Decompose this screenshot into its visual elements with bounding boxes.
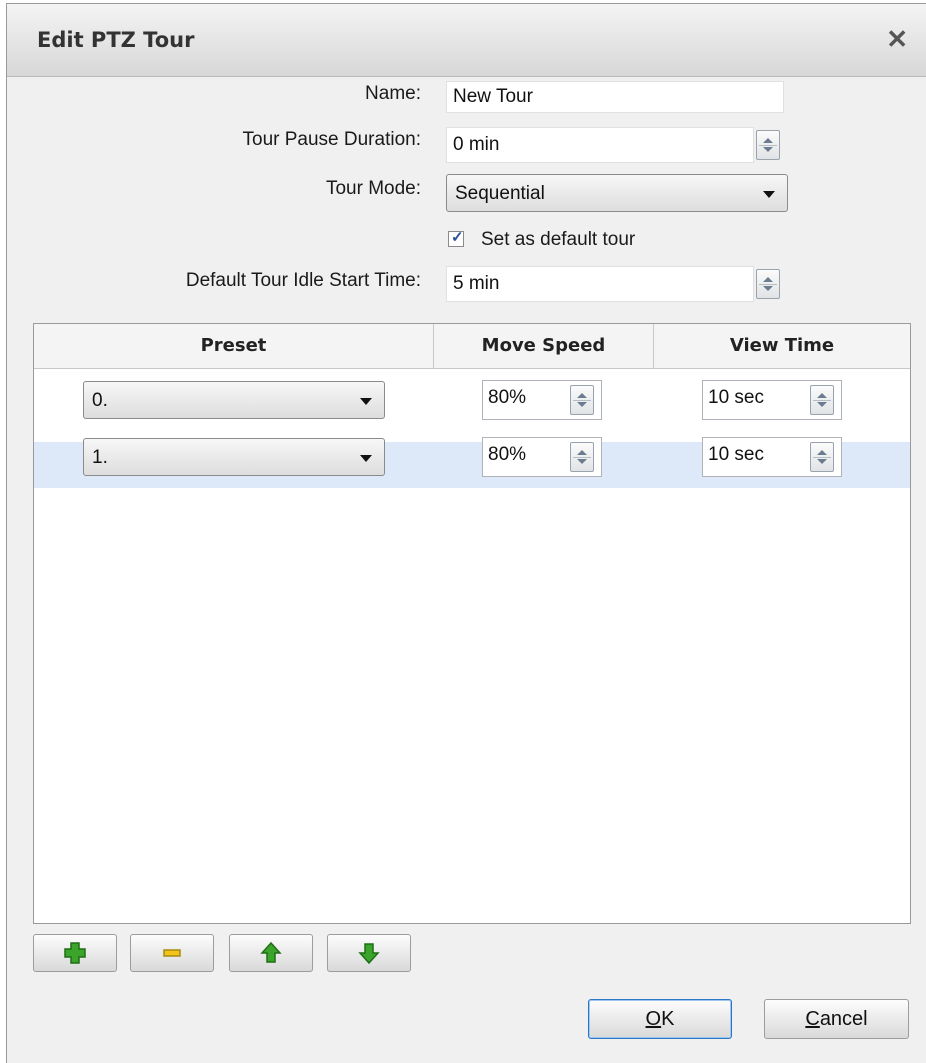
remove-icon: [163, 949, 181, 957]
default-tour-checkbox[interactable]: ✓: [448, 229, 464, 247]
tour-pause-duration-label: Tour Pause Duration:: [242, 129, 422, 150]
move-down-icon: [358, 943, 380, 965]
title-bar: Edit PTZ Tour ✕: [7, 4, 926, 77]
chevron-down-icon: [360, 398, 372, 405]
preset-select[interactable]: 0.: [83, 381, 385, 419]
cancel-mnemonic: C: [805, 1008, 820, 1030]
idle-start-time-label: Default Tour Idle Start Time:: [185, 270, 421, 291]
spin-up-icon[interactable]: [577, 450, 587, 455]
column-header-preset[interactable]: Preset: [34, 324, 434, 368]
move-speed-value: 80%: [488, 387, 527, 408]
checkmark-icon: ✓: [451, 229, 464, 246]
move-up-button[interactable]: [229, 934, 313, 972]
view-time-value: 10 sec: [708, 387, 764, 408]
spin-up-icon[interactable]: [577, 393, 587, 398]
view-time-spinner[interactable]: [810, 442, 834, 472]
divider: [573, 400, 591, 401]
dialog-title: Edit PTZ Tour: [37, 28, 195, 52]
add-button[interactable]: [33, 934, 117, 972]
tour-presets-table: Preset Move Speed View Time 0. 80% 10 se…: [33, 323, 911, 924]
move-down-button[interactable]: [327, 934, 411, 972]
divider: [573, 457, 591, 458]
divider: [813, 400, 831, 401]
add-icon: [64, 942, 86, 964]
view-time-value: 10 sec: [708, 444, 764, 465]
chevron-down-icon: [360, 455, 372, 462]
tour-mode-value: Sequential: [455, 183, 545, 204]
move-speed-spinner[interactable]: [570, 442, 594, 472]
ok-label: K: [661, 1008, 675, 1030]
spin-up-icon[interactable]: [763, 138, 773, 143]
column-header-view-time[interactable]: View Time: [654, 324, 910, 368]
spin-down-icon[interactable]: [817, 402, 827, 407]
idle-start-time-spinner[interactable]: [756, 269, 780, 299]
tour-pause-duration-spinner[interactable]: [756, 130, 780, 160]
idle-start-time-field[interactable]: 5 min: [446, 266, 754, 302]
tour-mode-label: Tour Mode:: [325, 178, 421, 199]
cancel-label: ancel: [819, 1008, 868, 1030]
name-label: Name:: [365, 83, 421, 104]
move-up-icon: [260, 941, 282, 963]
name-field[interactable]: New Tour: [446, 81, 784, 113]
ok-button[interactable]: OK: [588, 999, 732, 1039]
spin-up-icon[interactable]: [817, 393, 827, 398]
column-header-move-speed[interactable]: Move Speed: [434, 324, 654, 368]
divider: [759, 284, 777, 285]
table-header: Preset Move Speed View Time: [34, 324, 910, 369]
spin-up-icon[interactable]: [817, 450, 827, 455]
table-row[interactable]: 1. 80% 10 sec: [34, 437, 910, 488]
preset-value: 1.: [92, 447, 108, 468]
move-speed-spinner[interactable]: [570, 385, 594, 415]
move-speed-value: 80%: [488, 444, 527, 465]
spin-down-icon[interactable]: [577, 459, 587, 464]
divider: [759, 145, 777, 146]
spin-up-icon[interactable]: [763, 277, 773, 282]
close-icon[interactable]: ✕: [886, 24, 908, 55]
divider: [813, 457, 831, 458]
spin-down-icon[interactable]: [577, 402, 587, 407]
edit-ptz-tour-dialog: Edit PTZ Tour ✕ Name: New Tour Tour Paus…: [6, 3, 926, 1063]
ok-mnemonic: O: [645, 1008, 662, 1030]
spin-down-icon[interactable]: [817, 459, 827, 464]
view-time-spinner[interactable]: [810, 385, 834, 415]
preset-value: 0.: [92, 390, 108, 411]
remove-button[interactable]: [130, 934, 214, 972]
tour-pause-duration-field[interactable]: 0 min: [446, 127, 754, 163]
preset-select[interactable]: 1.: [83, 438, 385, 476]
chevron-down-icon: [763, 191, 775, 198]
default-tour-label: Set as default tour: [481, 229, 636, 250]
tour-mode-select[interactable]: Sequential: [446, 174, 788, 212]
spin-down-icon[interactable]: [763, 147, 773, 152]
cancel-button[interactable]: Cancel: [764, 999, 909, 1039]
spin-down-icon[interactable]: [763, 286, 773, 291]
table-row[interactable]: 0. 80% 10 sec: [34, 368, 910, 442]
